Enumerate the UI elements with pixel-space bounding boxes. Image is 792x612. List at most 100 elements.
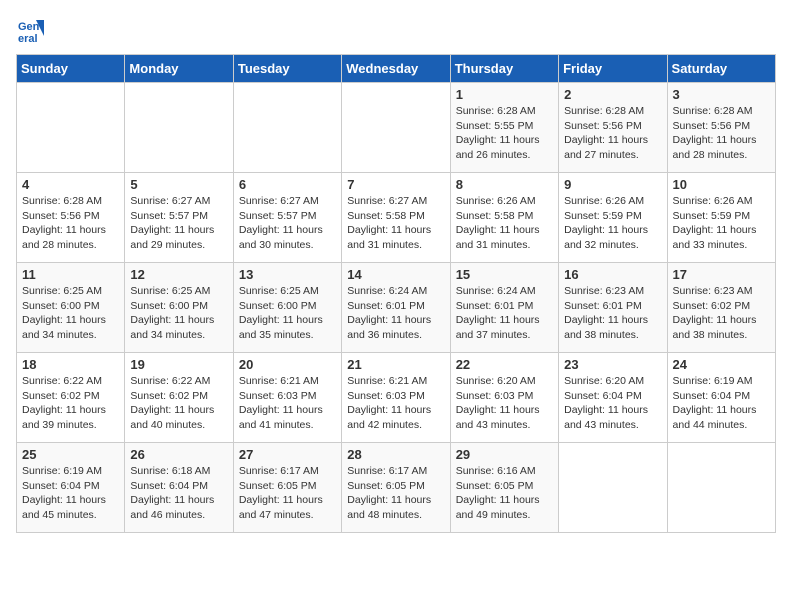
calendar-cell: 2 Sunrise: 6:28 AM Sunset: 5:56 PM Daylig… <box>559 83 667 173</box>
day-info: Sunrise: 6:21 AM Sunset: 6:03 PM Dayligh… <box>347 374 444 433</box>
calendar-cell: 9 Sunrise: 6:26 AM Sunset: 5:59 PM Daylig… <box>559 173 667 263</box>
calendar-cell: 6 Sunrise: 6:27 AM Sunset: 5:57 PM Daylig… <box>233 173 341 263</box>
calendar-week-row: 11 Sunrise: 6:25 AM Sunset: 6:00 PM Dayli… <box>17 263 776 353</box>
day-info: Sunrise: 6:28 AM Sunset: 5:56 PM Dayligh… <box>22 194 119 253</box>
calendar-cell <box>233 83 341 173</box>
calendar-cell: 10 Sunrise: 6:26 AM Sunset: 5:59 PM Dayli… <box>667 173 775 263</box>
day-info: Sunrise: 6:20 AM Sunset: 6:03 PM Dayligh… <box>456 374 553 433</box>
day-info: Sunrise: 6:18 AM Sunset: 6:04 PM Dayligh… <box>130 464 227 523</box>
calendar-cell <box>559 443 667 533</box>
calendar-week-row: 25 Sunrise: 6:19 AM Sunset: 6:04 PM Dayli… <box>17 443 776 533</box>
day-number: 24 <box>673 357 770 372</box>
day-number: 6 <box>239 177 336 192</box>
calendar-cell: 16Sunrise: 6:23 AM Sunset: 6:01 PM Dayli… <box>559 263 667 353</box>
calendar-cell: 11 Sunrise: 6:25 AM Sunset: 6:00 PM Dayli… <box>17 263 125 353</box>
calendar-week-row: 1 Sunrise: 6:28 AM Sunset: 5:55 PM Daylig… <box>17 83 776 173</box>
svg-text:Gen: Gen <box>18 21 40 33</box>
day-info: Sunrise: 6:25 AM Sunset: 6:00 PM Dayligh… <box>22 284 119 343</box>
calendar-cell <box>17 83 125 173</box>
day-number: 25 <box>22 447 119 462</box>
calendar-cell: 17Sunrise: 6:23 AM Sunset: 6:02 PM Dayli… <box>667 263 775 353</box>
page-header: Gen eral <box>16 16 776 44</box>
weekday-header-row: SundayMondayTuesdayWednesdayThursdayFrid… <box>17 55 776 83</box>
day-info: Sunrise: 6:20 AM Sunset: 6:04 PM Dayligh… <box>564 374 661 433</box>
logo-icon: Gen eral <box>16 16 44 44</box>
day-info: Sunrise: 6:24 AM Sunset: 6:01 PM Dayligh… <box>456 284 553 343</box>
day-number: 20 <box>239 357 336 372</box>
calendar-cell: 23 Sunrise: 6:20 AM Sunset: 6:04 PM Dayli… <box>559 353 667 443</box>
calendar-cell: 20 Sunrise: 6:21 AM Sunset: 6:03 PM Dayli… <box>233 353 341 443</box>
calendar-cell: 24Sunrise: 6:19 AM Sunset: 6:04 PM Dayli… <box>667 353 775 443</box>
day-info: Sunrise: 6:17 AM Sunset: 6:05 PM Dayligh… <box>239 464 336 523</box>
weekday-header: Friday <box>559 55 667 83</box>
calendar-cell: 21 Sunrise: 6:21 AM Sunset: 6:03 PM Dayli… <box>342 353 450 443</box>
calendar-cell: 8 Sunrise: 6:26 AM Sunset: 5:58 PM Daylig… <box>450 173 558 263</box>
day-info: Sunrise: 6:28 AM Sunset: 5:56 PM Dayligh… <box>673 104 770 163</box>
calendar-cell: 7 Sunrise: 6:27 AM Sunset: 5:58 PM Daylig… <box>342 173 450 263</box>
day-number: 29 <box>456 447 553 462</box>
day-info: Sunrise: 6:22 AM Sunset: 6:02 PM Dayligh… <box>130 374 227 433</box>
day-number: 28 <box>347 447 444 462</box>
day-number: 27 <box>239 447 336 462</box>
logo: Gen eral <box>16 16 48 44</box>
day-info: Sunrise: 6:19 AM Sunset: 6:04 PM Dayligh… <box>22 464 119 523</box>
calendar-week-row: 18 Sunrise: 6:22 AM Sunset: 6:02 PM Dayli… <box>17 353 776 443</box>
day-info: Sunrise: 6:27 AM Sunset: 5:57 PM Dayligh… <box>130 194 227 253</box>
day-info: Sunrise: 6:28 AM Sunset: 5:56 PM Dayligh… <box>564 104 661 163</box>
calendar-cell <box>125 83 233 173</box>
day-info: Sunrise: 6:25 AM Sunset: 6:00 PM Dayligh… <box>130 284 227 343</box>
calendar-cell: 19 Sunrise: 6:22 AM Sunset: 6:02 PM Dayli… <box>125 353 233 443</box>
day-info: Sunrise: 6:22 AM Sunset: 6:02 PM Dayligh… <box>22 374 119 433</box>
day-number: 11 <box>22 267 119 282</box>
calendar-cell: 22 Sunrise: 6:20 AM Sunset: 6:03 PM Dayli… <box>450 353 558 443</box>
weekday-header: Sunday <box>17 55 125 83</box>
weekday-header: Thursday <box>450 55 558 83</box>
calendar-cell <box>342 83 450 173</box>
day-info: Sunrise: 6:26 AM Sunset: 5:59 PM Dayligh… <box>673 194 770 253</box>
day-number: 21 <box>347 357 444 372</box>
day-number: 26 <box>130 447 227 462</box>
weekday-header: Tuesday <box>233 55 341 83</box>
calendar-cell <box>667 443 775 533</box>
day-info: Sunrise: 6:26 AM Sunset: 5:58 PM Dayligh… <box>456 194 553 253</box>
day-number: 14 <box>347 267 444 282</box>
calendar-cell: 18 Sunrise: 6:22 AM Sunset: 6:02 PM Dayli… <box>17 353 125 443</box>
calendar-cell: 27 Sunrise: 6:17 AM Sunset: 6:05 PM Dayli… <box>233 443 341 533</box>
day-number: 18 <box>22 357 119 372</box>
day-number: 7 <box>347 177 444 192</box>
day-number: 2 <box>564 87 661 102</box>
day-info: Sunrise: 6:28 AM Sunset: 5:55 PM Dayligh… <box>456 104 553 163</box>
calendar-cell: 26 Sunrise: 6:18 AM Sunset: 6:04 PM Dayli… <box>125 443 233 533</box>
day-number: 1 <box>456 87 553 102</box>
weekday-header: Wednesday <box>342 55 450 83</box>
calendar-cell: 13Sunrise: 6:25 AM Sunset: 6:00 PM Dayli… <box>233 263 341 353</box>
day-info: Sunrise: 6:26 AM Sunset: 5:59 PM Dayligh… <box>564 194 661 253</box>
weekday-header: Monday <box>125 55 233 83</box>
calendar-cell: 29Sunrise: 6:16 AM Sunset: 6:05 PM Dayli… <box>450 443 558 533</box>
calendar-week-row: 4Sunrise: 6:28 AM Sunset: 5:56 PM Daylig… <box>17 173 776 263</box>
day-number: 12 <box>130 267 227 282</box>
day-number: 23 <box>564 357 661 372</box>
calendar-cell: 12 Sunrise: 6:25 AM Sunset: 6:00 PM Dayli… <box>125 263 233 353</box>
calendar-table: SundayMondayTuesdayWednesdayThursdayFrid… <box>16 54 776 533</box>
day-info: Sunrise: 6:25 AM Sunset: 6:00 PM Dayligh… <box>239 284 336 343</box>
day-info: Sunrise: 6:23 AM Sunset: 6:02 PM Dayligh… <box>673 284 770 343</box>
day-number: 10 <box>673 177 770 192</box>
calendar-cell: 15Sunrise: 6:24 AM Sunset: 6:01 PM Dayli… <box>450 263 558 353</box>
calendar-cell: 28Sunrise: 6:17 AM Sunset: 6:05 PM Dayli… <box>342 443 450 533</box>
day-info: Sunrise: 6:24 AM Sunset: 6:01 PM Dayligh… <box>347 284 444 343</box>
calendar-cell: 14 Sunrise: 6:24 AM Sunset: 6:01 PM Dayli… <box>342 263 450 353</box>
day-number: 19 <box>130 357 227 372</box>
day-info: Sunrise: 6:21 AM Sunset: 6:03 PM Dayligh… <box>239 374 336 433</box>
weekday-header: Saturday <box>667 55 775 83</box>
svg-text:eral: eral <box>18 33 38 44</box>
day-number: 8 <box>456 177 553 192</box>
calendar-cell: 3Sunrise: 6:28 AM Sunset: 5:56 PM Daylig… <box>667 83 775 173</box>
day-number: 5 <box>130 177 227 192</box>
calendar-cell: 1 Sunrise: 6:28 AM Sunset: 5:55 PM Daylig… <box>450 83 558 173</box>
calendar-cell: 4Sunrise: 6:28 AM Sunset: 5:56 PM Daylig… <box>17 173 125 263</box>
day-number: 22 <box>456 357 553 372</box>
day-info: Sunrise: 6:27 AM Sunset: 5:57 PM Dayligh… <box>239 194 336 253</box>
day-number: 9 <box>564 177 661 192</box>
day-info: Sunrise: 6:27 AM Sunset: 5:58 PM Dayligh… <box>347 194 444 253</box>
